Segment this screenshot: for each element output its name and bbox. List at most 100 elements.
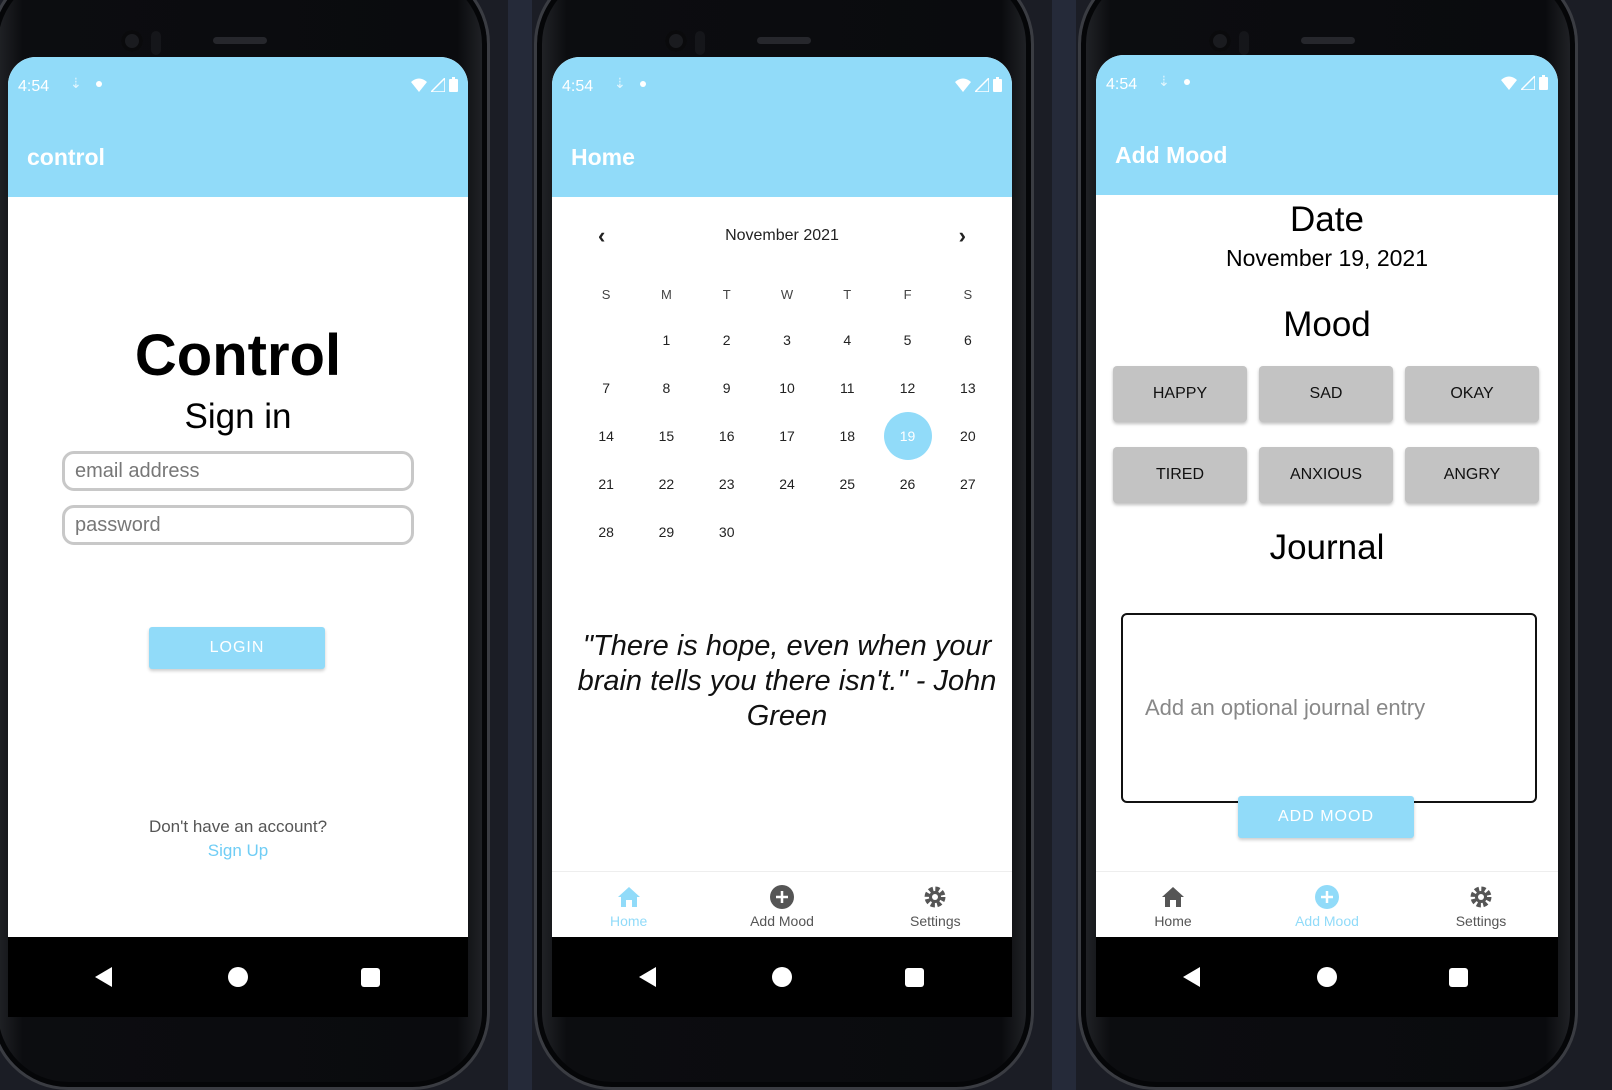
earpiece-speaker: [1301, 37, 1355, 44]
add-circle-icon: [769, 885, 794, 909]
brand-title: Control: [134, 323, 342, 388]
recent-apps-icon[interactable]: [361, 968, 380, 987]
date-value: November 19, 2021: [1225, 245, 1428, 271]
home-circle-icon[interactable]: [772, 967, 792, 987]
mood-button-tired[interactable]: TIRED: [1113, 447, 1247, 503]
journal-input[interactable]: Add an optional journal entry: [1121, 613, 1537, 803]
tab-add-mood[interactable]: Add Mood: [705, 872, 858, 937]
calendar-day[interactable]: 20: [938, 412, 998, 460]
weekday-header: M: [661, 286, 672, 302]
calendar-day-selected[interactable]: 19: [877, 412, 937, 460]
calendar-day[interactable]: 9: [697, 364, 757, 412]
recent-apps-icon[interactable]: [1449, 968, 1468, 987]
calendar-day[interactable]: 4: [817, 316, 877, 364]
calendar-day[interactable]: 17: [757, 412, 817, 460]
calendar-day[interactable]: 12: [877, 364, 937, 412]
calendar-day[interactable]: 13: [938, 364, 998, 412]
calendar-day[interactable]: 5: [877, 316, 937, 364]
notification-dot-icon: [96, 81, 102, 87]
home-circle-icon[interactable]: [228, 967, 248, 987]
email-field[interactable]: email address: [62, 451, 414, 491]
back-icon[interactable]: [95, 967, 112, 987]
calendar-day[interactable]: 1: [636, 316, 696, 364]
tab-settings[interactable]: Settings: [1404, 872, 1558, 937]
back-icon[interactable]: [639, 967, 656, 987]
back-icon[interactable]: [1183, 967, 1200, 987]
calendar-empty-cell: [576, 316, 636, 364]
calendar-day[interactable]: 24: [757, 460, 817, 508]
download-icon: ⇣: [70, 75, 82, 91]
calendar-day[interactable]: 23: [697, 460, 757, 508]
calendar-day[interactable]: 22: [636, 460, 696, 508]
calendar-day-number: 24: [779, 476, 795, 492]
login-button[interactable]: LOGIN: [149, 627, 325, 669]
tab-label: Add Mood: [750, 913, 814, 929]
tab-home[interactable]: Home: [552, 872, 705, 937]
calendar-day-number: 13: [960, 380, 976, 396]
home-circle-icon[interactable]: [1317, 967, 1337, 987]
mood-button-angry[interactable]: ANGRY: [1405, 447, 1539, 503]
calendar-day-number: 20: [960, 428, 976, 444]
tab-settings[interactable]: Settings: [859, 872, 1012, 937]
password-field[interactable]: password: [62, 505, 414, 545]
sensor: [1239, 31, 1249, 55]
calendar-day[interactable]: 7: [576, 364, 636, 412]
screen-home: 4:54 ⇣ Home ‹ November 2021 › SMTWTFS123…: [552, 57, 1012, 1017]
calendar-day[interactable]: 26: [877, 460, 937, 508]
calendar-day-number: 29: [658, 524, 675, 540]
calendar-day-number: 25: [839, 476, 856, 492]
calendar-day[interactable]: 10: [757, 364, 817, 412]
calendar-day-number: 23: [718, 476, 735, 492]
calendar-day[interactable]: 18: [817, 412, 877, 460]
wifi-icon: [1501, 76, 1517, 90]
mood-button-anxious[interactable]: ANXIOUS: [1259, 447, 1393, 503]
calendar-day[interactable]: 30: [697, 508, 757, 556]
screen-login: 4:54 ⇣ control Control Sign in email add…: [8, 57, 468, 1017]
calendar-day[interactable]: 3: [757, 316, 817, 364]
system-icons: [1501, 75, 1548, 90]
calendar-day[interactable]: 15: [636, 412, 696, 460]
sign-up-link[interactable]: Sign Up: [8, 841, 468, 861]
calendar-day-number: 1: [662, 332, 671, 348]
calendar-day[interactable]: 6: [938, 316, 998, 364]
add-mood-button[interactable]: ADD MOOD: [1238, 796, 1414, 838]
gear-icon: [1470, 886, 1492, 908]
calendar-day[interactable]: 25: [817, 460, 877, 508]
calendar-grid: S M T W T F S 1 2 3 4 5 6 7 8 9 10 11 12 13 14 15 16 17 18 19 20 21…: [576, 272, 998, 556]
tab-add-mood[interactable]: Add Mood: [1250, 872, 1404, 937]
calendar-day[interactable]: 16: [697, 412, 757, 460]
system-nav-bar: [552, 937, 1012, 1017]
mood-button-okay[interactable]: OKAY: [1405, 366, 1539, 422]
calendar-day[interactable]: 27: [938, 460, 998, 508]
earpiece-speaker: [757, 37, 811, 44]
calendar-day[interactable]: 2: [697, 316, 757, 364]
system-icons: [411, 77, 458, 92]
calendar-day-number: 10: [779, 380, 795, 396]
weekday-header: S: [963, 286, 973, 302]
front-camera: [665, 30, 687, 52]
front-camera: [1209, 30, 1231, 52]
mood-button-sad[interactable]: SAD: [1259, 366, 1393, 422]
calendar-day-number: 7: [602, 380, 611, 396]
calendar-day[interactable]: 28: [576, 508, 636, 556]
screen-add-mood: 4:54 ⇣ Add Mood Date November 19, 2021 M…: [1096, 55, 1558, 1017]
recent-apps-icon[interactable]: [905, 968, 924, 987]
calendar-day[interactable]: 14: [576, 412, 636, 460]
calendar-day[interactable]: 8: [636, 364, 696, 412]
tab-home[interactable]: Home: [1096, 872, 1250, 937]
status-time: 4:54: [562, 78, 594, 95]
weekday-header: W: [780, 286, 794, 302]
calendar-day[interactable]: 21: [576, 460, 636, 508]
calendar-day-number: 6: [963, 332, 972, 348]
journal-heading: Journal: [1269, 528, 1385, 567]
chevron-right-icon[interactable]: ›: [959, 223, 966, 249]
system-nav-bar: [1096, 937, 1558, 1017]
home-icon: [1162, 887, 1184, 907]
app-bar-title: control: [8, 117, 468, 197]
quote-text: "There is hope, even when your brain tel…: [577, 630, 997, 732]
mood-button-happy[interactable]: HAPPY: [1113, 366, 1247, 422]
calendar-day[interactable]: 11: [817, 364, 877, 412]
calendar-day-number: 22: [658, 476, 675, 492]
calendar-day[interactable]: 29: [636, 508, 696, 556]
app-bar-title: Add Mood: [1096, 115, 1558, 195]
